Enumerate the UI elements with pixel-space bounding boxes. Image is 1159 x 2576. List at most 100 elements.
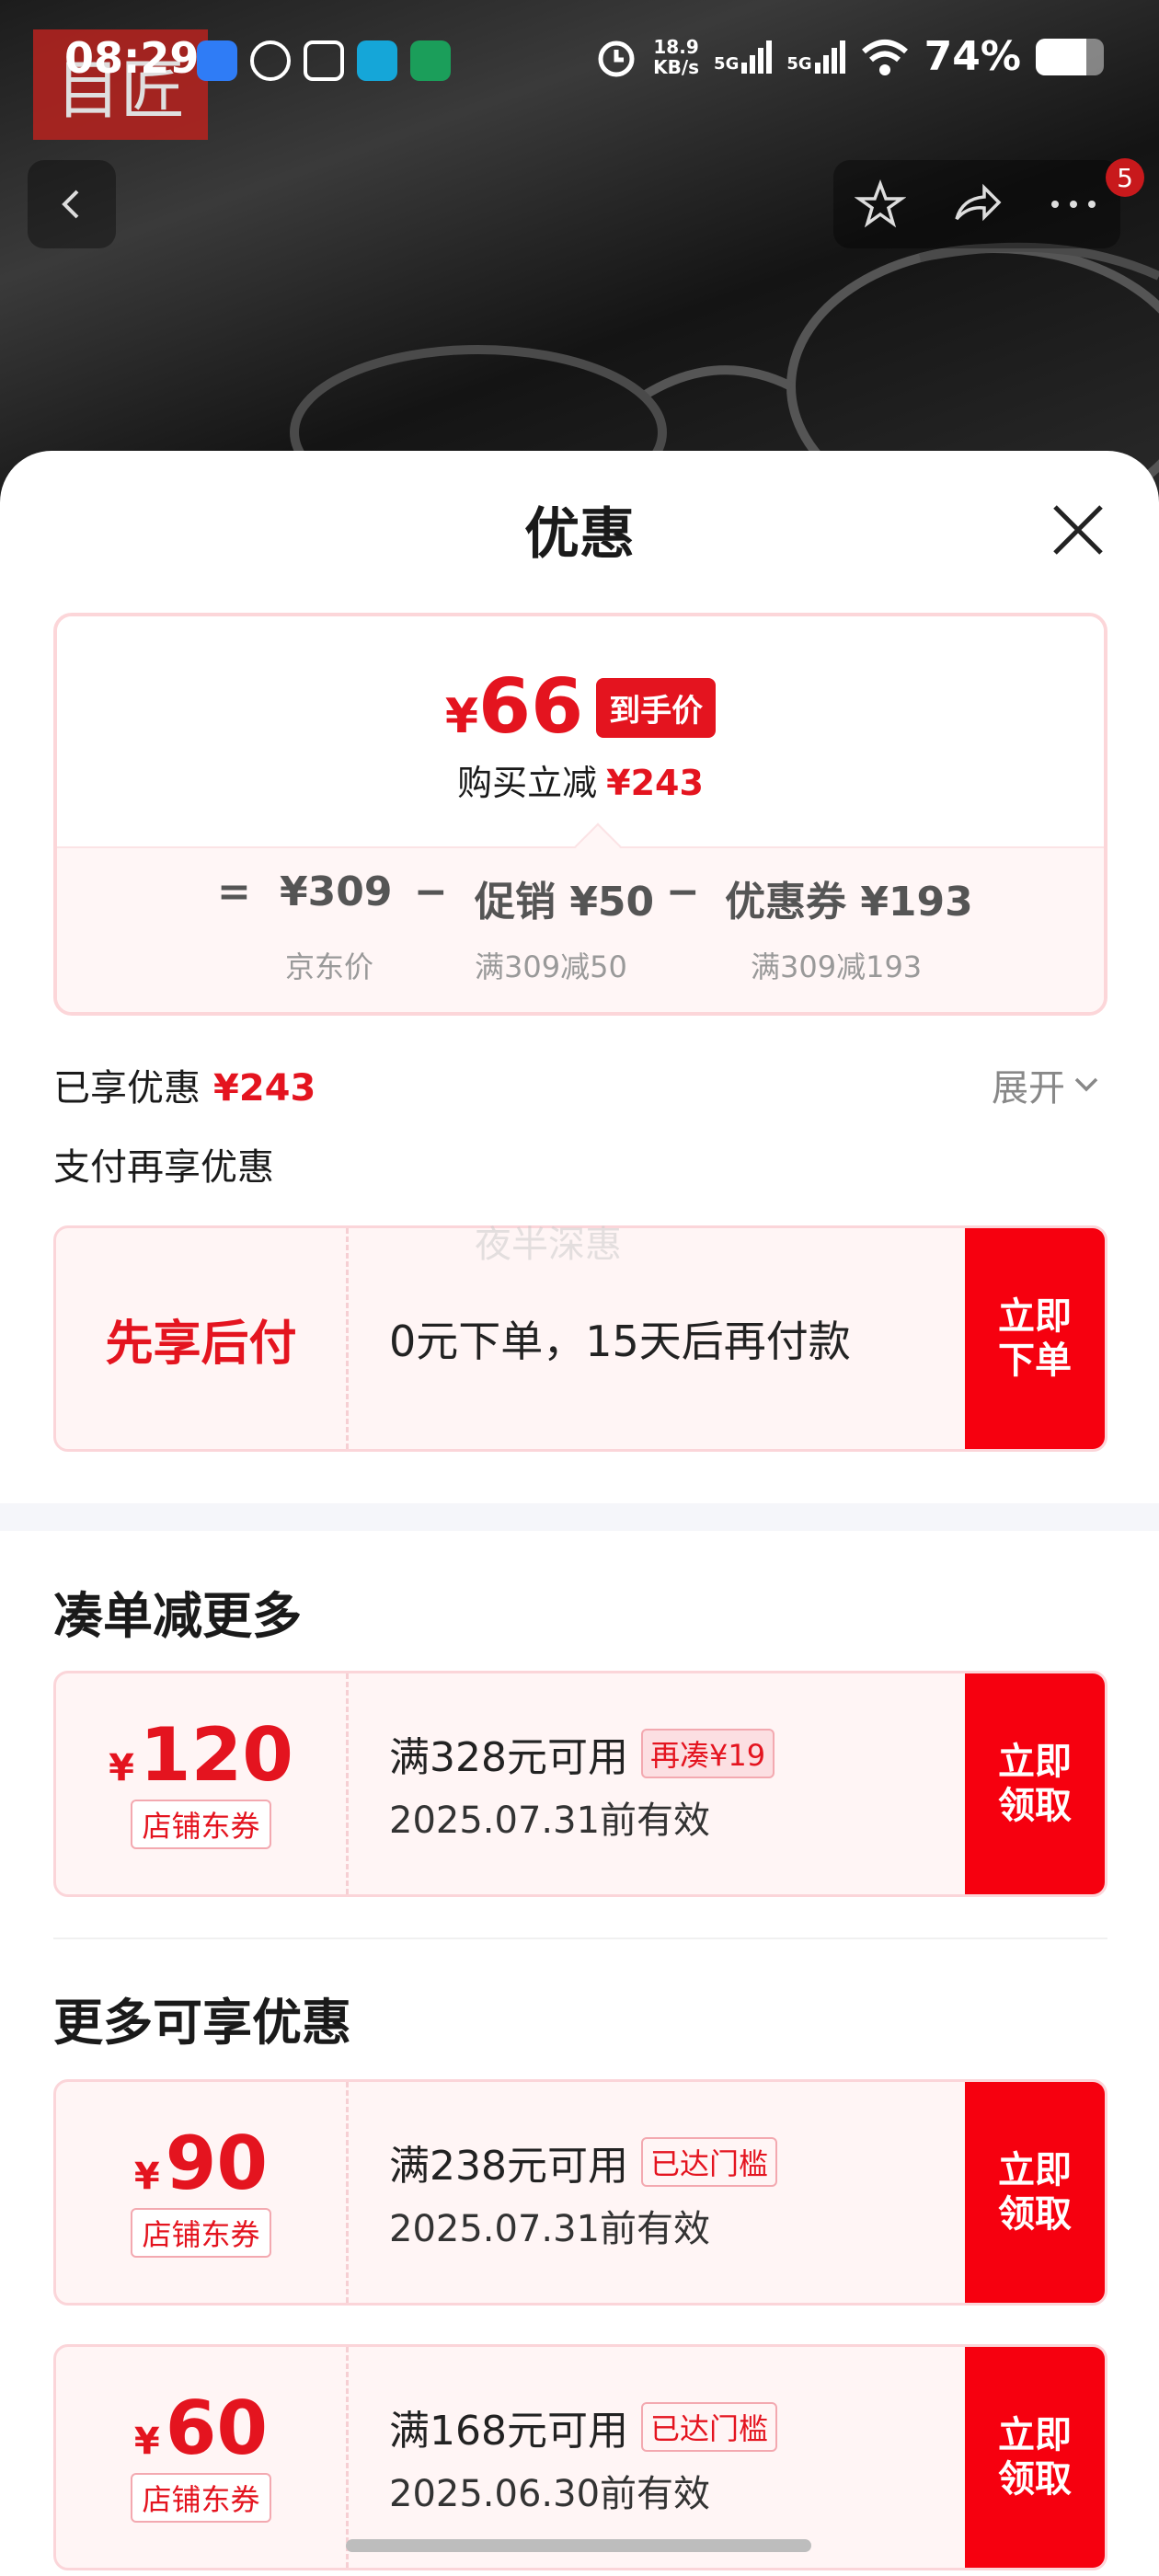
chevron-left-icon [62, 190, 79, 219]
clock: 08:29 [64, 33, 200, 83]
signal-2-label: 5G [786, 53, 812, 74]
handshake-icon [304, 40, 344, 81]
home-indicator[interactable] [346, 2539, 811, 2552]
order-now-button[interactable]: 立即 下单 [965, 1228, 1105, 1449]
notification-icons [197, 40, 451, 81]
pay-later-desc: 0元下单，15天后再付款 [389, 1317, 851, 1366]
price-formula: = ¥309 − 促销 ¥50 − 优惠券 ¥193 [57, 868, 1104, 926]
coupon-condition-text: 满328元可用 [389, 1734, 628, 1781]
more-dots-icon[interactable] [1048, 195, 1099, 213]
jd-price-label: 京东价 [285, 949, 374, 984]
divider [53, 1938, 1107, 1939]
battery-percent: 74% [924, 33, 1021, 80]
coupon-tag: 已达门槛 [640, 2402, 777, 2452]
back-button[interactable] [28, 160, 116, 248]
pay-more-heading: 支付再享优惠 [53, 1146, 274, 1189]
close-button[interactable] [1045, 497, 1111, 563]
price-breakdown-card: ¥ 66 到手价 购买立减 ¥243 = ¥309 − 促销 ¥50 − 优惠券 … [53, 613, 1107, 1016]
coupon-middle: 满328元可用 再凑¥19 2025.07.31前有效 [389, 1673, 775, 1894]
coupon-condition: 满168元可用 已达门槛 [389, 2398, 777, 2456]
coupon-card: ¥60 店铺东券 满168元可用 已达门槛 2025.06.30前有效 立即 领… [53, 2344, 1107, 2570]
alarm-icon [598, 40, 635, 76]
coupon-value: ¥60 [134, 2392, 268, 2466]
coupon-validity: 2025.06.30前有效 [389, 2473, 711, 2515]
app-icon-cyan [357, 40, 397, 81]
battery-fill [1036, 38, 1086, 75]
expand-button[interactable]: 展开 [992, 1058, 1100, 1111]
battery-icon [1036, 38, 1104, 75]
coupon-tag: 再凑¥19 [640, 1729, 775, 1778]
watermark-text: 夜半深惠 [475, 1224, 622, 1266]
coupon-condition-text: 满238元可用 [389, 2143, 628, 2190]
coupon-middle: 满238元可用 已达门槛 2025.07.31前有效 [389, 2082, 777, 2303]
coupon-left: ¥120 店铺东券 [56, 1673, 349, 1894]
minus-sign-2: − [666, 868, 700, 915]
cart-badge: 5 [1106, 158, 1144, 197]
coupon-type: 店铺东券 [131, 1800, 271, 1849]
coupon-left: ¥90 店铺东券 [56, 2082, 349, 2303]
enjoyed-discount: 已享优惠 ¥243 [53, 1058, 316, 1111]
pay-later-left: 先享后付 [56, 1228, 349, 1449]
coupon-amount: 120 [139, 1712, 293, 1798]
wifi-icon [861, 39, 908, 75]
coupon-card: ¥90 店铺东券 满238元可用 已达门槛 2025.07.31前有效 立即 领… [53, 2079, 1107, 2306]
coupon-condition: 满238元可用 已达门槛 [389, 2133, 777, 2191]
top-action-group [833, 160, 1120, 248]
signal-icon-2: 5G [786, 40, 845, 74]
coupon-amount: 60 [165, 2386, 269, 2471]
promo-amount: 促销 ¥50 [475, 879, 655, 926]
coupon-condition-text: 满168元可用 [389, 2408, 628, 2455]
chevron-down-icon [1074, 1077, 1098, 1092]
sheet-title: 优惠 [524, 502, 635, 567]
coupon-validity: 2025.07.31前有效 [389, 1800, 711, 1842]
minus-sign-1: − [414, 868, 448, 915]
status-right: 18.9 KB/s 5G 5G 74% [594, 33, 1104, 80]
wechat-icon [250, 40, 291, 81]
net-speed-unit: KB/s [653, 55, 700, 78]
coupon-amount: 90 [165, 2121, 269, 2206]
signal-1-label: 5G [714, 53, 740, 74]
discount-sheet: 优惠 ¥ 66 到手价 购买立减 ¥243 = ¥309 − 促销 ¥50 − … [0, 451, 1159, 2576]
coupon-type: 店铺东券 [131, 2208, 271, 2258]
expand-label: 展开 [992, 1067, 1065, 1110]
final-price-tag: 到手价 [596, 677, 717, 738]
section-title-bundle: 凑单减更多 [53, 1587, 302, 1645]
status-bar: 08:29 18.9 KB/s 5G 5G 74% [0, 0, 1159, 120]
equals-sign: = [217, 868, 251, 915]
reduce-amount: ¥243 [606, 763, 704, 803]
coupon-yen: ¥ [133, 2156, 160, 2198]
network-speed: 18.9 KB/s [653, 37, 699, 77]
claim-button[interactable]: 立即 领取 [965, 2082, 1105, 2303]
price-top: ¥ 66 到手价 购买立减 ¥243 [57, 616, 1104, 846]
coupon-yen: ¥ [133, 2421, 160, 2463]
coupon-condition: 满309减193 [751, 949, 923, 984]
final-price-yen: ¥ [444, 689, 479, 744]
final-price-row: ¥ 66 到手价 [57, 670, 1104, 745]
coupon-condition: 满328元可用 再凑¥19 [389, 1724, 775, 1783]
instant-reduction: 购买立减 ¥243 [57, 754, 1104, 805]
claim-button[interactable]: 立即 领取 [965, 2347, 1105, 2568]
coupon-amount: 优惠券 ¥193 [725, 879, 973, 926]
signal-icon-1: 5G [714, 40, 773, 74]
share-icon[interactable] [949, 178, 1004, 230]
enjoyed-label: 已享优惠 [53, 1067, 201, 1110]
coupon-value: ¥120 [109, 1719, 293, 1792]
star-icon[interactable] [855, 178, 907, 230]
coupon-middle: 满168元可用 已达门槛 2025.06.30前有效 [389, 2347, 777, 2568]
app-icon-blue [197, 40, 237, 81]
coupon-tag: 已达门槛 [640, 2137, 777, 2187]
coupon-type: 店铺东券 [131, 2473, 271, 2523]
net-speed-value: 18.9 [653, 35, 699, 58]
coupon-yen: ¥ [109, 1747, 134, 1789]
coupon-card: ¥120 店铺东券 满328元可用 再凑¥19 2025.07.31前有效 立即… [53, 1671, 1107, 1897]
section-title-more: 更多可享优惠 [53, 1994, 351, 2052]
coupon-left: ¥60 店铺东券 [56, 2347, 349, 2568]
reduce-label: 购买立减 [457, 763, 598, 803]
final-price: 66 [478, 663, 584, 751]
section-separator [0, 1503, 1159, 1531]
jd-price: ¥309 [280, 868, 393, 915]
coupon-value: ¥90 [134, 2127, 268, 2201]
claim-button[interactable]: 立即 领取 [965, 1673, 1105, 1894]
pay-later-title: 先享后付 [105, 1316, 297, 1372]
coupon-validity: 2025.07.31前有效 [389, 2208, 711, 2250]
